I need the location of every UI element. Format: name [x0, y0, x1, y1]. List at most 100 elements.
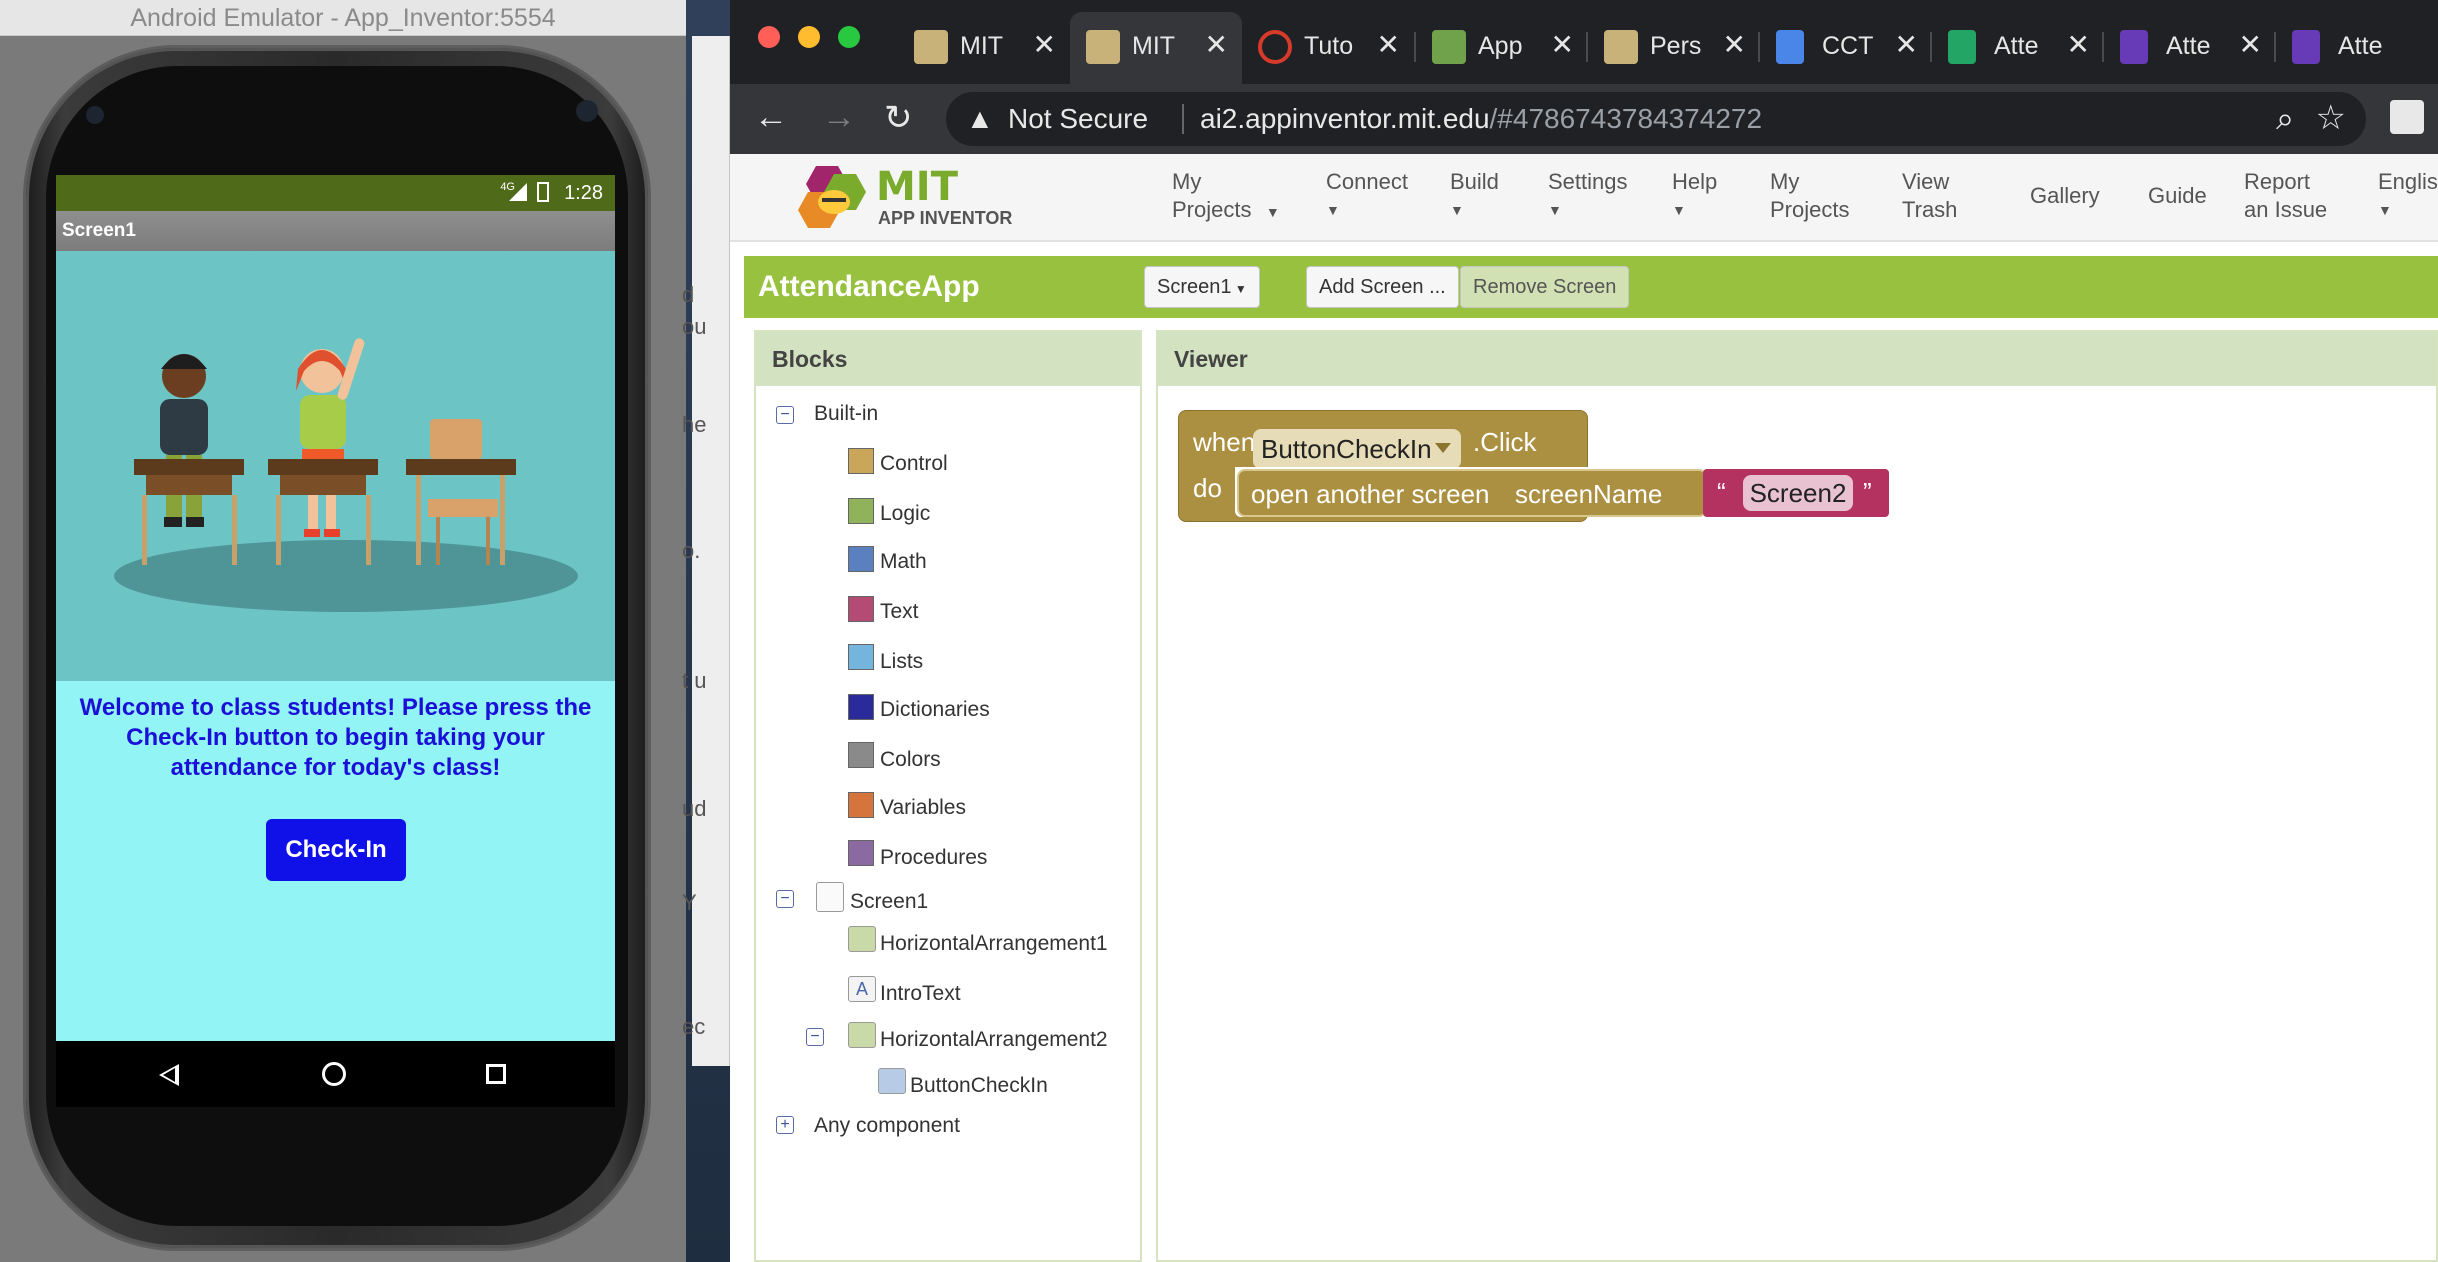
- button-component-icon: [878, 1068, 906, 1094]
- browser-tab[interactable]: Atte ✕: [1932, 12, 2104, 84]
- blocks-workspace[interactable]: when ButtonCheckIn .Click do open anothe…: [1166, 398, 2436, 1260]
- tab-label: App: [1478, 32, 1523, 60]
- tree-built-in[interactable]: Built-in: [814, 402, 878, 426]
- back-icon[interactable]: [159, 1064, 179, 1086]
- screen-select-dropdown[interactable]: Screen1 ▼: [1144, 266, 1260, 308]
- close-tab-icon[interactable]: ✕: [1377, 28, 1400, 61]
- zoom-icon[interactable]: ⌕: [2276, 100, 2294, 138]
- close-tab-icon[interactable]: ✕: [1551, 28, 1574, 61]
- open-another-screen-block[interactable]: open another screen screenName: [1237, 469, 1707, 517]
- browser-tab[interactable]: Pers ✕: [1588, 12, 1760, 84]
- background-text: d: [682, 282, 695, 307]
- tab-label: Tuto: [1304, 32, 1354, 60]
- tree-control[interactable]: Control: [880, 452, 948, 476]
- browser-tab[interactable]: MIT ✕: [898, 12, 1070, 84]
- expand-toggle-icon[interactable]: +: [776, 1116, 794, 1134]
- tree-text[interactable]: Text: [880, 600, 919, 624]
- collapse-toggle-icon[interactable]: −: [776, 890, 794, 908]
- lists-drawer-icon: [848, 644, 874, 670]
- recents-icon[interactable]: [486, 1064, 506, 1084]
- browser-tab[interactable]: Atte ✕: [2104, 12, 2276, 84]
- viewer-panel-title: Viewer: [1158, 332, 2436, 386]
- tree-button-checkin[interactable]: ButtonCheckIn: [910, 1074, 1048, 1098]
- student-girl-illustration: [296, 338, 365, 537]
- tree-math[interactable]: Math: [880, 550, 927, 574]
- nav-view-trash-link[interactable]: View Trash: [1902, 168, 1972, 224]
- remove-screen-button[interactable]: Remove Screen: [1460, 266, 1630, 308]
- component-dropdown[interactable]: ButtonCheckIn: [1253, 429, 1461, 469]
- nav-my-projects-link[interactable]: My Projects: [1770, 168, 1860, 224]
- close-tab-icon[interactable]: ✕: [1033, 28, 1056, 61]
- nav-gallery-link[interactable]: Gallery: [2030, 182, 2100, 210]
- browser-tab[interactable]: App ✕: [1416, 12, 1588, 84]
- logo-mit-text: MIT: [876, 164, 958, 210]
- tree-horizontal-arrangement2[interactable]: HorizontalArrangement2: [880, 1028, 1108, 1052]
- classroom-image: [56, 251, 615, 681]
- address-bar[interactable]: ▲ Not Secure ai2.appinventor.mit.edu/#47…: [946, 92, 2366, 146]
- browser-window: MIT ✕ MIT ✕ Tuto ✕ App ✕ Pers ✕ CCT ✕ At…: [730, 0, 2438, 1262]
- project-name: AttendanceApp: [758, 270, 980, 303]
- security-label[interactable]: Not Secure: [1008, 103, 1148, 135]
- background-text: o.: [682, 538, 701, 563]
- close-tab-icon[interactable]: ✕: [2067, 28, 2090, 61]
- nav-settings-menu[interactable]: Settings ▼: [1548, 168, 1628, 224]
- android-status-bar: 4G 1:28: [56, 175, 615, 211]
- logic-drawer-icon: [848, 498, 874, 524]
- browser-toolbar: ← → ↻ ▲ Not Secure ai2.appinventor.mit.e…: [730, 84, 2438, 154]
- blocks-panel: Blocks − Built-in Control Logic Math Tex…: [754, 330, 1142, 1262]
- app-inventor-icon: [1086, 30, 1120, 64]
- tree-intro-text[interactable]: IntroText: [880, 982, 961, 1006]
- phone-screen[interactable]: 4G 1:28 Screen1 Welcome to class student…: [56, 175, 615, 1107]
- logo-bee-icon: [798, 166, 866, 228]
- minimize-window-icon[interactable]: [798, 26, 820, 48]
- tab-label: MIT: [960, 32, 1004, 60]
- tree-logic[interactable]: Logic: [880, 502, 930, 526]
- tree-variables[interactable]: Variables: [880, 796, 966, 820]
- close-tab-icon[interactable]: ✕: [1723, 28, 1746, 61]
- back-arrow-icon[interactable]: ←: [754, 98, 788, 137]
- browser-tab[interactable]: CCT ✕: [1760, 12, 1932, 84]
- colors-drawer-icon: [848, 742, 874, 768]
- event-block-button-click[interactable]: when ButtonCheckIn .Click do open anothe…: [1178, 410, 1889, 522]
- close-tab-icon[interactable]: ✕: [1895, 28, 1918, 61]
- close-tab-icon[interactable]: ✕: [1205, 28, 1228, 61]
- home-icon[interactable]: [322, 1062, 346, 1086]
- checkin-button[interactable]: Check-In: [266, 819, 406, 881]
- background-text: ud: [682, 796, 707, 821]
- nav-report-issue-link[interactable]: Report an Issue: [2244, 168, 2334, 224]
- url-text[interactable]: ai2.appinventor.mit.edu/#478674378437427…: [1200, 103, 1762, 135]
- battery-icon: [537, 182, 549, 202]
- nav-my-projects-menu[interactable]: My Projects ▼: [1172, 168, 1280, 226]
- reload-icon[interactable]: ↻: [884, 98, 913, 138]
- nav-guide-link[interactable]: Guide: [2148, 182, 2207, 210]
- screen-title-bar: Screen1: [56, 211, 615, 251]
- nav-build-menu[interactable]: Build ▼: [1450, 168, 1499, 224]
- browser-tab-active[interactable]: MIT ✕: [1070, 12, 1242, 84]
- status-time: 1:28: [564, 182, 603, 204]
- collapse-toggle-icon[interactable]: −: [776, 406, 794, 424]
- close-window-icon[interactable]: [758, 26, 780, 48]
- app-inventor-logo[interactable]: MIT APP INVENTOR: [794, 162, 1014, 236]
- tree-any-component[interactable]: Any component: [814, 1114, 960, 1138]
- tree-colors[interactable]: Colors: [880, 748, 941, 772]
- collapse-toggle-icon[interactable]: −: [806, 1028, 824, 1046]
- app-inventor-icon: [1604, 30, 1638, 64]
- bookmark-star-icon[interactable]: ☆: [2316, 98, 2346, 138]
- tree-lists[interactable]: Lists: [880, 650, 923, 674]
- close-tab-icon[interactable]: ✕: [2239, 28, 2262, 61]
- string-value-field[interactable]: Screen2: [1743, 475, 1853, 511]
- tree-procedures[interactable]: Procedures: [880, 846, 987, 870]
- tree-horizontal-arrangement1[interactable]: HorizontalArrangement1: [880, 932, 1108, 956]
- forward-arrow-icon[interactable]: →: [822, 98, 856, 137]
- nav-connect-menu[interactable]: Connect ▼: [1326, 168, 1408, 224]
- tree-dictionaries[interactable]: Dictionaries: [880, 698, 990, 722]
- nav-help-menu[interactable]: Help ▼: [1672, 168, 1717, 224]
- extension-icon[interactable]: [2390, 100, 2424, 134]
- add-screen-button[interactable]: Add Screen ...: [1306, 266, 1459, 308]
- text-string-block[interactable]: “ Screen2 ”: [1703, 469, 1889, 517]
- tree-screen1[interactable]: Screen1: [850, 890, 928, 914]
- browser-tab[interactable]: Tuto ✕: [1242, 12, 1414, 84]
- browser-tab[interactable]: Atte: [2276, 12, 2438, 84]
- maximize-window-icon[interactable]: [838, 26, 860, 48]
- nav-language-menu[interactable]: English▼: [2378, 168, 2438, 224]
